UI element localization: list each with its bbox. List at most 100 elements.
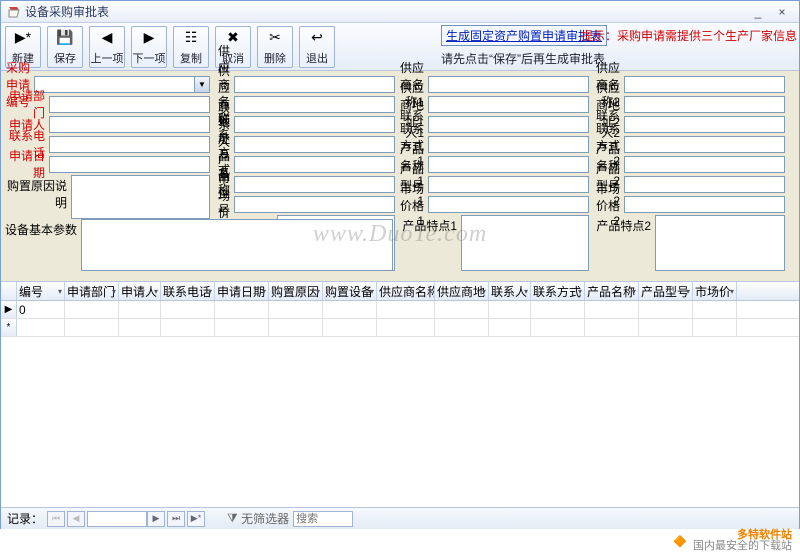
grid-cell[interactable]: 0 <box>17 301 65 318</box>
supplier2-input[interactable] <box>624 76 785 93</box>
price1-input[interactable] <box>428 196 589 213</box>
grid-cell[interactable] <box>215 301 269 318</box>
model-input[interactable] <box>234 176 395 193</box>
price2-input[interactable] <box>624 196 785 213</box>
feature2-textarea[interactable] <box>655 215 785 271</box>
feature1-textarea[interactable] <box>461 215 589 271</box>
grid-header-cell[interactable]: 编号▾ <box>17 282 65 300</box>
toolbar-save-button[interactable]: 💾保存 <box>47 26 83 68</box>
grid-cell[interactable] <box>435 301 489 318</box>
contact-input[interactable] <box>234 116 395 133</box>
grid-cell[interactable] <box>269 319 323 336</box>
grid-header-cell[interactable]: 购置设备▾ <box>323 282 377 300</box>
grid-cell[interactable] <box>377 319 435 336</box>
grid-header-cell[interactable]: 联系人▾ <box>489 282 531 300</box>
prev-icon: ◀ <box>102 28 113 48</box>
close-button[interactable]: × <box>771 4 793 20</box>
grid-cell[interactable] <box>119 319 161 336</box>
contact2-input[interactable] <box>624 116 785 133</box>
label-feature1: 产品特点1 <box>399 215 461 234</box>
model1-input[interactable] <box>428 176 589 193</box>
grid-cell[interactable] <box>161 319 215 336</box>
grid-cell[interactable] <box>17 319 65 336</box>
model2-input[interactable] <box>624 176 785 193</box>
params-row: 设备基本参数 <box>5 219 393 271</box>
contactway1-input[interactable] <box>428 136 589 153</box>
grid-cell[interactable] <box>693 319 737 336</box>
reason-textarea[interactable] <box>71 175 210 219</box>
applicant-input[interactable] <box>49 116 210 133</box>
apply-no-combo[interactable]: ▼ <box>34 76 210 93</box>
form-column-supplier1: 供应商名称1 供应商地址1 联系人1 联系方式1 产品名称1 产品型号1 市场价… <box>399 75 589 275</box>
search-input[interactable] <box>293 511 353 527</box>
grid-cell[interactable] <box>161 301 215 318</box>
nav-first-button[interactable]: ⏮ <box>47 511 65 527</box>
grid-cell[interactable] <box>489 319 531 336</box>
grid-cell[interactable] <box>585 301 639 318</box>
grid-cell[interactable] <box>269 301 323 318</box>
product-input[interactable] <box>234 156 395 173</box>
grid-cell[interactable] <box>65 301 119 318</box>
record-position-input[interactable] <box>87 511 147 527</box>
table-row[interactable]: ▶ 0 <box>1 301 799 319</box>
nav-new-button[interactable]: ▶* <box>187 511 205 527</box>
grid-cell[interactable] <box>489 301 531 318</box>
nav-next-button[interactable]: ▶ <box>147 511 165 527</box>
toolbar-delete-button[interactable]: ✂删除 <box>257 26 293 68</box>
grid-body[interactable]: ▶ 0 * <box>1 301 799 481</box>
grid-header-cell[interactable]: 申请日期▾ <box>215 282 269 300</box>
grid-cell[interactable] <box>639 301 693 318</box>
chevron-down-icon[interactable]: ▼ <box>194 77 209 92</box>
grid-cell[interactable] <box>531 319 585 336</box>
phone-input[interactable] <box>49 136 210 153</box>
date-input[interactable] <box>49 156 210 173</box>
table-row-new[interactable]: * <box>1 319 799 337</box>
supplier1-input[interactable] <box>428 76 589 93</box>
grid-header-cell[interactable]: 申请人▾ <box>119 282 161 300</box>
addr2-input[interactable] <box>624 96 785 113</box>
grid-cell[interactable] <box>435 319 489 336</box>
grid-cell[interactable] <box>215 319 269 336</box>
grid-cell[interactable] <box>323 319 377 336</box>
toolbar-exit-button[interactable]: ↩退出 <box>299 26 335 68</box>
grid-cell[interactable] <box>693 301 737 318</box>
dept-input[interactable] <box>49 96 210 113</box>
addr-input[interactable] <box>234 96 395 113</box>
grid-header-cell[interactable]: 联系电话▾ <box>161 282 215 300</box>
grid-header-cell[interactable]: 供应商地▾ <box>435 282 489 300</box>
params-textarea[interactable] <box>81 219 393 271</box>
label-feature2: 产品特点2 <box>593 215 655 234</box>
nav-last-button[interactable]: ⏭ <box>167 511 185 527</box>
grid-header-cell[interactable]: 产品名称▾ <box>585 282 639 300</box>
grid-cell[interactable] <box>119 301 161 318</box>
addr1-input[interactable] <box>428 96 589 113</box>
apply-no-input[interactable] <box>35 77 194 92</box>
footer-logo-icon: 🔶 <box>673 535 687 548</box>
row-new-marker: * <box>1 319 17 336</box>
grid-cell[interactable] <box>639 319 693 336</box>
product1-input[interactable] <box>428 156 589 173</box>
supplier-input[interactable] <box>234 76 395 93</box>
contactway2-input[interactable] <box>624 136 785 153</box>
minimize-button[interactable]: _ <box>747 4 769 20</box>
grid-cell[interactable] <box>323 301 377 318</box>
contact1-input[interactable] <box>428 116 589 133</box>
grid-cell[interactable] <box>585 319 639 336</box>
grid-cell[interactable] <box>531 301 585 318</box>
grid-header-cell[interactable]: 产品型号▾ <box>639 282 693 300</box>
grid-cell[interactable] <box>377 301 435 318</box>
grid-header-cell[interactable]: 供应商名称▾ <box>377 282 435 300</box>
toolbar-copy-button[interactable]: ☷复制 <box>173 26 209 68</box>
price-input[interactable] <box>234 196 395 213</box>
nav-prev-button[interactable]: ◀ <box>67 511 85 527</box>
grid-header-cell[interactable]: 联系方式▾ <box>531 282 585 300</box>
grid-header-cell[interactable]: 市场价▾ <box>693 282 737 300</box>
grid-cell[interactable] <box>65 319 119 336</box>
grid-header-cell[interactable]: 购置原因▾ <box>269 282 323 300</box>
grid-header-cell[interactable]: 申请部门▾ <box>65 282 119 300</box>
toolbar-prev-button[interactable]: ◀上一项 <box>89 26 125 68</box>
contactway-input[interactable] <box>234 136 395 153</box>
product2-input[interactable] <box>624 156 785 173</box>
toolbar-next-button[interactable]: ▶下一项 <box>131 26 167 68</box>
title-bar: 设备采购审批表 _ × <box>1 1 799 23</box>
